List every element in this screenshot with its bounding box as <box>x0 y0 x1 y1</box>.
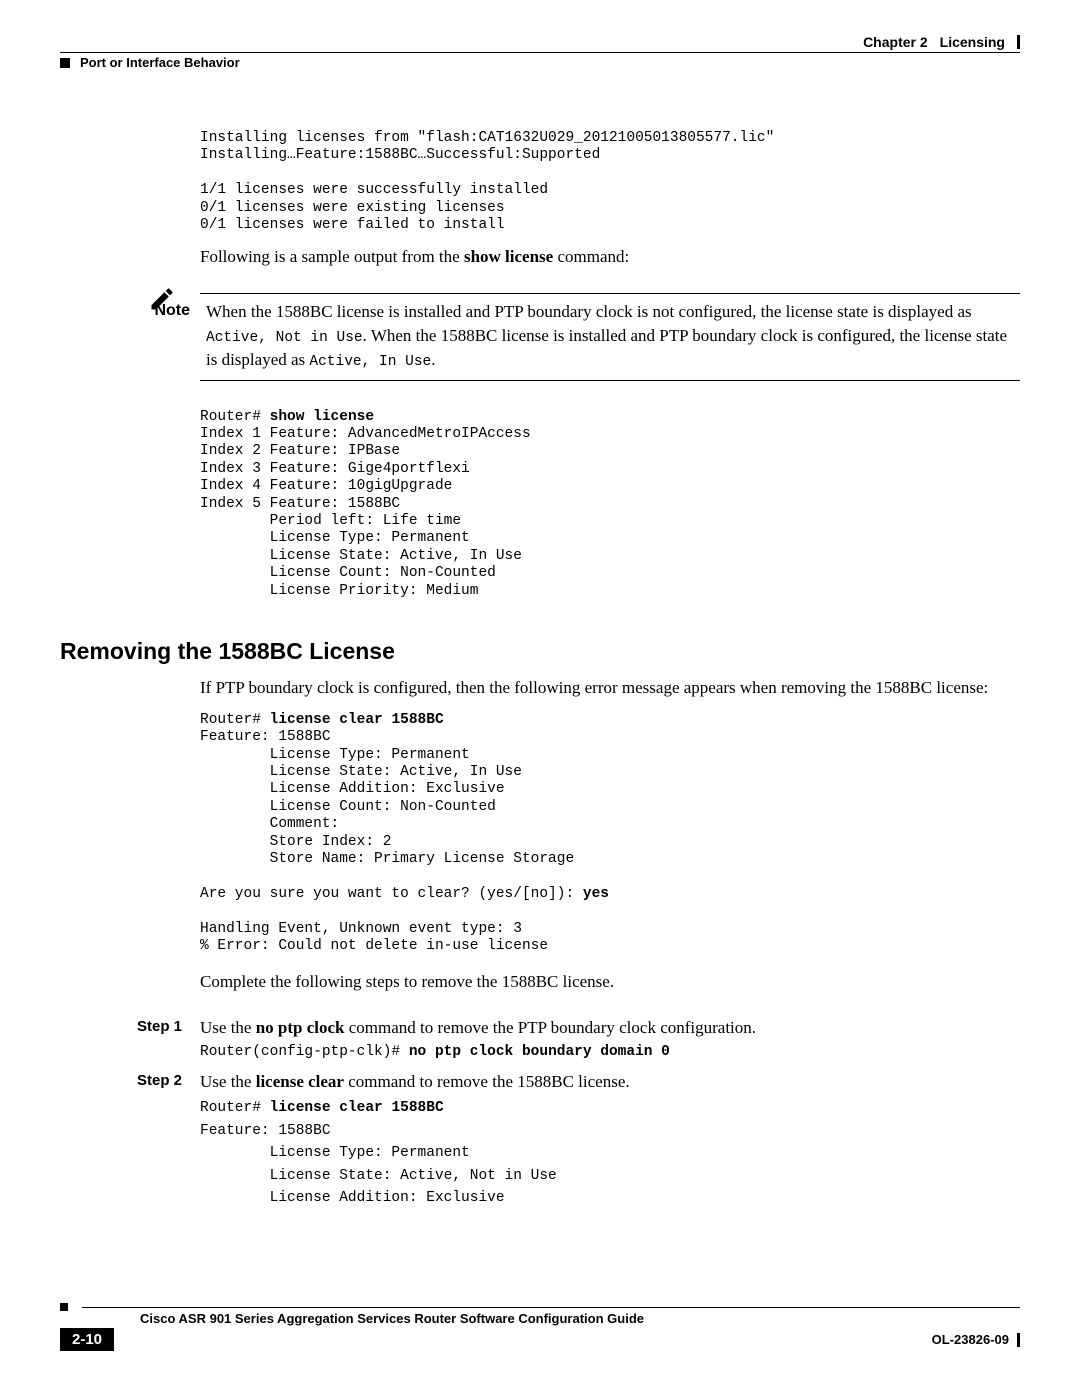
code-install-output: Installing licenses from "flash:CAT1632U… <box>200 130 1020 234</box>
step-2-body: Use the license clear command to remove … <box>200 1070 1020 1214</box>
page-header: Chapter 2 Licensing <box>60 34 1020 50</box>
doc-number: OL-23826-09 <box>932 1332 1020 1347</box>
code-clear-yes: yes <box>583 886 609 902</box>
code-clear-output: Router# license clear 1588BC Feature: 15… <box>200 712 1020 955</box>
note-text-pre: When the 1588BC license is installed and… <box>206 302 972 321</box>
header-rule <box>60 52 1020 53</box>
code-show-cmd: show license <box>270 409 374 425</box>
content-column: Installing licenses from "flash:CAT1632U… <box>200 130 1020 600</box>
note-text: When the 1588BC license is installed and… <box>206 300 1020 371</box>
step1-pre: Use the <box>200 1018 256 1037</box>
footer-tick-icon <box>1017 1333 1020 1347</box>
code-show-license: Router# show license Index 1 Feature: Ad… <box>200 409 1020 600</box>
step1-cmd: no ptp clock <box>256 1018 345 1037</box>
page-footer: Cisco ASR 901 Series Aggregation Service… <box>60 1303 1020 1351</box>
content-column-2: If PTP boundary clock is configured, the… <box>200 677 1020 1214</box>
step-1: Step 1 Use the no ptp clock command to r… <box>200 1016 1020 1065</box>
note-code-1: Active, Not in Use <box>206 330 363 346</box>
step1-post: command to remove the PTP boundary clock… <box>345 1018 757 1037</box>
header-tick-icon <box>1017 35 1020 49</box>
step-2-label: Step 2 <box>130 1070 182 1214</box>
page-number: 2-10 <box>60 1328 114 1351</box>
intro-paragraph: Following is a sample output from the sh… <box>200 246 1020 269</box>
step-1-label: Step 1 <box>130 1016 182 1065</box>
code-clear-tail: Handling Event, Unknown event type: 3 % … <box>200 921 548 954</box>
heading-removing: Removing the 1588BC License <box>60 638 1020 665</box>
page: Chapter 2 Licensing Port or Interface Be… <box>0 0 1080 1397</box>
steps-paragraph: Complete the following steps to remove t… <box>200 971 1020 994</box>
step2-cmd: license clear <box>256 1072 344 1091</box>
step2-post: command to remove the 1588BC license. <box>344 1072 630 1091</box>
step2-code-prompt: Router# <box>200 1100 270 1116</box>
note-text-post: . <box>431 350 435 369</box>
step-2: Step 2 Use the license clear command to … <box>200 1070 1020 1214</box>
doc-number-text: OL-23826-09 <box>932 1332 1009 1347</box>
step1-code: Router(config-ptp-clk)# no ptp clock bou… <box>200 1044 1020 1061</box>
pencil-icon <box>148 285 176 318</box>
intro-text-post: command: <box>553 247 629 266</box>
note-code-2: Active, In Use <box>309 354 431 370</box>
code-clear-cmd: license clear 1588BC <box>270 712 444 728</box>
chapter-label: Chapter 2 <box>863 34 928 50</box>
note-block: Note When the 1588BC license is installe… <box>200 293 1020 380</box>
footer-guide-title: Cisco ASR 901 Series Aggregation Service… <box>140 1311 1020 1326</box>
step2-code: Router# license clear 1588BC Feature: 15… <box>200 1097 1020 1209</box>
intro-command: show license <box>464 247 553 266</box>
section-title: Port or Interface Behavior <box>80 55 240 70</box>
chapter-title: Licensing <box>940 34 1005 50</box>
code-show-prompt: Router# <box>200 409 270 425</box>
footer-square-icon <box>60 1303 68 1311</box>
step2-code-body: Feature: 1588BC License Type: Permanent … <box>200 1123 557 1206</box>
intro-text-pre: Following is a sample output from the <box>200 247 464 266</box>
subheader: Port or Interface Behavior <box>60 55 1020 70</box>
section-square-icon <box>60 58 70 68</box>
code-show-body: Index 1 Feature: AdvancedMetroIPAccess I… <box>200 426 531 599</box>
footer-rule <box>82 1307 1020 1308</box>
step-1-body: Use the no ptp clock command to remove t… <box>200 1016 1020 1065</box>
step1-code-cmd: no ptp clock boundary domain 0 <box>409 1044 670 1060</box>
step1-code-prompt: Router(config-ptp-clk)# <box>200 1044 409 1060</box>
step2-pre: Use the <box>200 1072 256 1091</box>
remove-paragraph: If PTP boundary clock is configured, the… <box>200 677 1020 700</box>
code-clear-body: Feature: 1588BC License Type: Permanent … <box>200 729 583 902</box>
step2-code-cmd: license clear 1588BC <box>270 1100 444 1116</box>
code-clear-prompt: Router# <box>200 712 270 728</box>
